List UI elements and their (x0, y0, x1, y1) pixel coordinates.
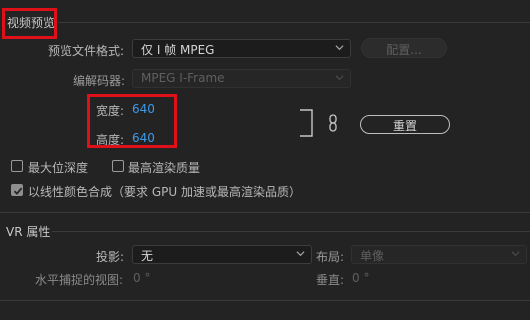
linear-color-label: 以线性颜色合成（要求 GPU 加速或最高渲染品质） (28, 185, 301, 199)
layout-value: 单像 (360, 249, 385, 263)
h-fov-value[interactable]: 0 ° (133, 271, 150, 285)
configure-button-label: 配置... (386, 43, 422, 57)
section-title-vr: VR 属性 (6, 225, 51, 239)
layout-label: 布局: (316, 250, 345, 264)
checkmark-icon (13, 187, 23, 195)
linear-color-checkbox[interactable] (11, 184, 23, 196)
reset-button-label: 重置 (392, 119, 417, 133)
bracket-line (300, 109, 313, 137)
configure-button[interactable]: 配置... (361, 38, 447, 58)
layout-select[interactable]: 单像 (351, 245, 527, 264)
chevron-down-icon (335, 45, 344, 51)
codec-select[interactable]: MPEG I-Frame (132, 69, 351, 88)
file-format-select[interactable]: 仅 I 帧 MPEG (132, 39, 351, 58)
max-bit-depth-label: 最大位深度 (28, 161, 89, 175)
projection-select[interactable]: 无 (132, 245, 312, 264)
file-format-label: 预览文件格式: (48, 44, 125, 58)
chevron-down-icon (296, 251, 305, 257)
projection-value: 无 (141, 249, 154, 263)
divider (0, 212, 530, 213)
max-bit-depth-checkbox[interactable] (11, 160, 23, 172)
divider (52, 231, 530, 232)
divider (0, 300, 530, 301)
projection-label: 投影: (96, 250, 125, 264)
highlight-box-section-title (2, 8, 57, 39)
file-format-value: 仅 I 帧 MPEG (141, 43, 215, 57)
v-value[interactable]: 0 ° (352, 271, 369, 285)
max-render-quality-checkbox[interactable] (112, 160, 124, 172)
codec-value: MPEG I-Frame (141, 71, 225, 85)
max-render-quality-label: 最高渲染质量 (128, 161, 201, 175)
chevron-down-icon (511, 251, 520, 257)
reset-button[interactable]: 重置 (360, 115, 450, 134)
chevron-down-icon (335, 75, 344, 81)
divider (58, 22, 530, 23)
v-label: 垂直: (316, 273, 345, 287)
codec-label: 编解码器: (73, 74, 126, 88)
highlight-box-dimensions (87, 94, 177, 148)
h-fov-label: 水平捕捉的视图: (35, 273, 124, 287)
chain-link-icon[interactable] (328, 114, 338, 132)
